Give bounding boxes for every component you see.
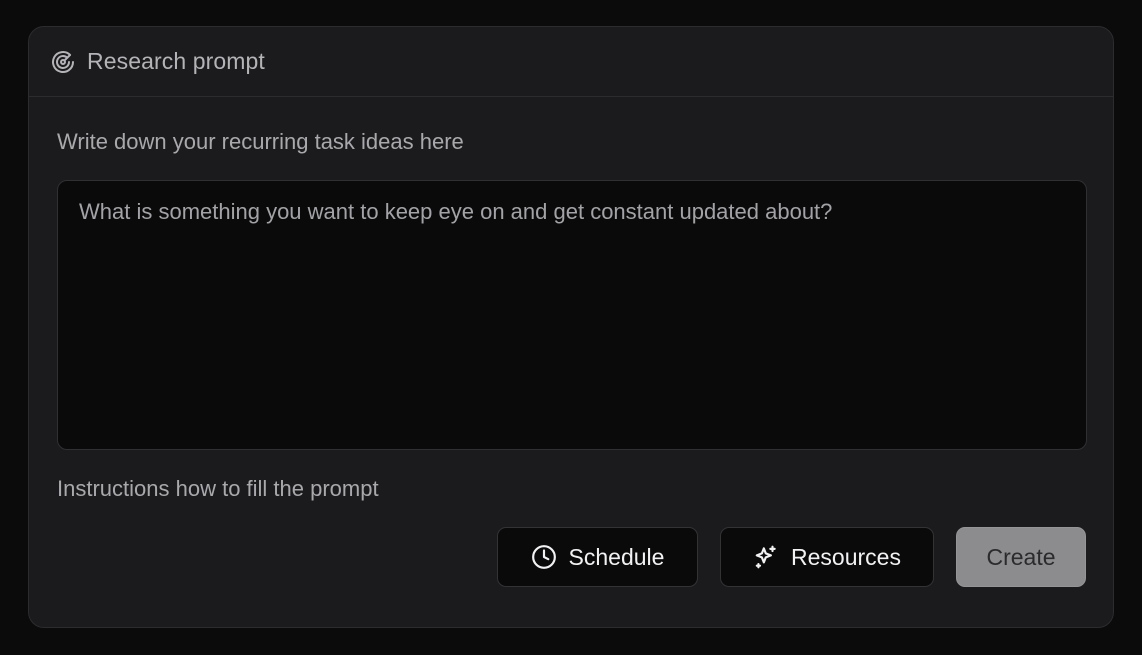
action-bar: Schedule Resources Create: [497, 527, 1086, 587]
resources-button[interactable]: Resources: [720, 527, 934, 587]
instructions-text: Instructions how to fill the prompt: [57, 476, 379, 501]
panel-title: Research prompt: [87, 48, 265, 74]
clock-icon: [531, 544, 557, 570]
prompt-input[interactable]: [57, 180, 1087, 450]
resources-button-label: Resources: [791, 543, 901, 570]
sparkles-icon: [753, 544, 779, 570]
research-prompt-panel: Research prompt Write down your recurrin…: [28, 26, 1114, 628]
section-label: Write down your recurring task ideas her…: [57, 129, 464, 154]
schedule-button[interactable]: Schedule: [497, 527, 698, 587]
schedule-button-label: Schedule: [568, 543, 665, 570]
create-button[interactable]: Create: [956, 527, 1086, 587]
panel-header: Research prompt: [29, 27, 1113, 97]
radar-icon: [51, 50, 75, 74]
